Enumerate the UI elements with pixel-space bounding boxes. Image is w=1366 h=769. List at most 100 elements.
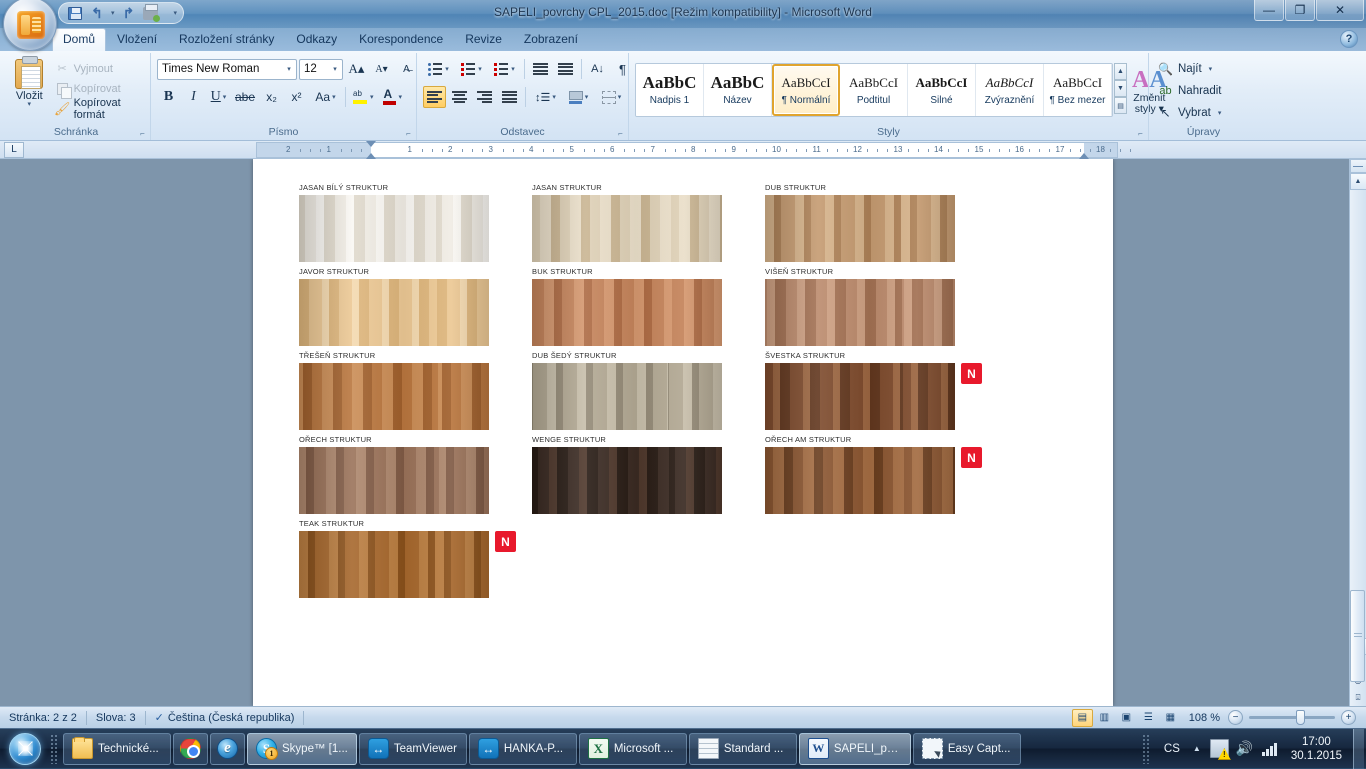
- veneer-swatch-image[interactable]: [532, 447, 722, 514]
- font-name-caret[interactable]: ▾: [282, 60, 296, 79]
- borders-caret[interactable]: ▾: [618, 93, 622, 101]
- clock[interactable]: 17:00 30.1.2015: [1282, 735, 1351, 763]
- start-button[interactable]: [0, 730, 50, 768]
- split-window-handle[interactable]: [1350, 159, 1366, 173]
- tab-domu[interactable]: Domů: [52, 28, 106, 51]
- vertical-scrollbar[interactable]: ▲ ▼ ⍖ ◎ ⍗: [1349, 159, 1366, 706]
- taskbar-button[interactable]: XMicrosoft ...: [579, 733, 687, 765]
- underline-caret[interactable]: ▾: [223, 93, 227, 101]
- clear-formatting-button[interactable]: A̶: [395, 58, 418, 80]
- scrollbar-track[interactable]: [1350, 190, 1366, 638]
- undo-button[interactable]: ↰: [87, 4, 107, 23]
- multilevel-caret[interactable]: ▾: [511, 65, 515, 73]
- bold-button[interactable]: B: [157, 86, 180, 108]
- zoom-out-button[interactable]: −: [1228, 710, 1243, 725]
- veneer-swatch-image[interactable]: [299, 195, 489, 262]
- shading-button[interactable]: ▾: [563, 86, 594, 108]
- tab-stop-selector[interactable]: L: [4, 142, 24, 158]
- strikethrough-button[interactable]: abe: [232, 86, 258, 108]
- language-indicator-tray[interactable]: CS: [1157, 743, 1187, 755]
- grow-font-button[interactable]: A▴: [345, 58, 368, 80]
- clipboard-dialog-launcher[interactable]: ⌐: [137, 128, 148, 139]
- line-spacing-button[interactable]: ↕☰▾: [530, 86, 561, 108]
- sort-button[interactable]: A↓: [586, 58, 609, 80]
- styles-more-button[interactable]: ▤: [1114, 97, 1127, 114]
- copy-button[interactable]: Kopírovat: [53, 79, 144, 98]
- align-center-button[interactable]: [448, 86, 471, 108]
- zoom-level-label[interactable]: 108 %: [1181, 712, 1228, 724]
- text-highlight-button[interactable]: ▾: [350, 86, 377, 108]
- style-nazev[interactable]: AaBbC Název: [704, 64, 772, 116]
- borders-button[interactable]: ▾: [596, 86, 627, 108]
- language-indicator[interactable]: ✓ Čeština (Česká republika): [146, 711, 304, 724]
- align-right-button[interactable]: [473, 86, 496, 108]
- network-warning-icon[interactable]: [1210, 739, 1229, 758]
- document-page[interactable]: JASAN BÍLÝ STRUKTURJASAN STRUKTURDUB STR…: [253, 159, 1113, 706]
- highlight-caret[interactable]: ▾: [370, 93, 374, 101]
- tab-korespondence[interactable]: Korespondence: [348, 29, 454, 51]
- zoom-slider-track[interactable]: [1249, 716, 1335, 719]
- veneer-swatch-image[interactable]: [765, 279, 955, 346]
- taskbar-button[interactable]: Standard ...: [689, 733, 797, 765]
- volume-icon[interactable]: 🔊: [1235, 739, 1254, 758]
- view-print-layout[interactable]: ▤: [1072, 709, 1093, 727]
- undo-dropdown[interactable]: ▾: [109, 9, 117, 17]
- paste-dropdown-arrow[interactable]: ▾: [28, 102, 32, 108]
- style-nadpis-1[interactable]: AaBbC Nadpis 1: [636, 64, 704, 116]
- change-case-caret[interactable]: ▾: [332, 93, 336, 101]
- veneer-swatch-image[interactable]: [299, 531, 489, 598]
- customize-qat-button[interactable]: ▾: [172, 9, 180, 17]
- font-color-button[interactable]: ▾: [379, 86, 406, 108]
- multilevel-list-button[interactable]: ▾: [489, 58, 520, 80]
- first-line-indent-marker[interactable]: [366, 141, 376, 147]
- view-web-layout[interactable]: ▣: [1116, 709, 1137, 727]
- bullets-button[interactable]: ▾: [423, 58, 454, 80]
- select-caret[interactable]: ▾: [1218, 109, 1222, 117]
- styles-scroll-up-button[interactable]: ▲: [1114, 63, 1127, 80]
- find-button[interactable]: 🔍 Najít ▾: [1155, 58, 1225, 79]
- shrink-font-button[interactable]: A▾: [370, 58, 393, 80]
- tab-odkazy[interactable]: Odkazy: [285, 29, 348, 51]
- tab-revize[interactable]: Revize: [454, 29, 513, 51]
- paste-button[interactable]: Vložit ▾: [8, 57, 51, 108]
- taskbar-button[interactable]: Easy Capt...: [913, 733, 1021, 765]
- veneer-swatch-image[interactable]: [765, 363, 955, 430]
- page-indicator[interactable]: Stránka: 2 z 2: [0, 712, 86, 724]
- tab-zobrazeni[interactable]: Zobrazení: [513, 29, 589, 51]
- show-desktop-button[interactable]: [1353, 729, 1364, 769]
- italic-button[interactable]: I: [182, 86, 205, 108]
- styles-dialog-launcher[interactable]: ⌐: [1135, 128, 1146, 139]
- styles-scroll-down-button[interactable]: ▼: [1114, 80, 1127, 97]
- style-normalni[interactable]: AaBbCcI ¶ Normální: [772, 64, 840, 116]
- veneer-swatch-image[interactable]: [299, 447, 489, 514]
- veneer-swatch-image[interactable]: [765, 195, 955, 262]
- superscript-button[interactable]: x²: [285, 86, 308, 108]
- style-silne[interactable]: AaBbCcI Silné: [908, 64, 976, 116]
- line-spacing-caret[interactable]: ▾: [552, 93, 556, 101]
- signal-bars-icon[interactable]: [1260, 742, 1279, 756]
- view-full-screen-reading[interactable]: ▥: [1094, 709, 1115, 727]
- close-button[interactable]: ✕: [1316, 0, 1364, 21]
- print-preview-button[interactable]: [141, 4, 161, 23]
- font-size-caret[interactable]: ▾: [328, 60, 342, 79]
- underline-button[interactable]: U▾: [207, 86, 230, 108]
- style-zvyrazneni[interactable]: AaBbCcI Zvýraznění: [976, 64, 1044, 116]
- redo-button[interactable]: ↱: [119, 4, 139, 23]
- paragraph-dialog-launcher[interactable]: ⌐: [615, 128, 626, 139]
- veneer-swatch-image[interactable]: [532, 279, 722, 346]
- style-bez-mezer[interactable]: AaBbCcI ¶ Bez mezer: [1044, 64, 1112, 116]
- align-left-button[interactable]: [423, 86, 446, 108]
- right-indent-marker[interactable]: [1079, 153, 1089, 159]
- bullets-caret[interactable]: ▾: [445, 65, 449, 73]
- taskbar-button[interactable]: HANKA-P...: [469, 733, 577, 765]
- justify-button[interactable]: [498, 86, 521, 108]
- shading-caret[interactable]: ▾: [585, 93, 589, 101]
- find-caret[interactable]: ▾: [1209, 65, 1213, 73]
- scrollbar-thumb[interactable]: [1350, 590, 1365, 682]
- horizontal-ruler[interactable]: 21123456789101112131415161718: [256, 142, 1118, 158]
- taskbar-button[interactable]: [173, 733, 208, 765]
- word-count[interactable]: Slova: 3: [87, 712, 145, 724]
- tab-vlozeni[interactable]: Vložení: [106, 29, 168, 51]
- format-painter-button[interactable]: 🖌 Kopírovat formát: [53, 99, 144, 118]
- zoom-in-button[interactable]: +: [1341, 710, 1356, 725]
